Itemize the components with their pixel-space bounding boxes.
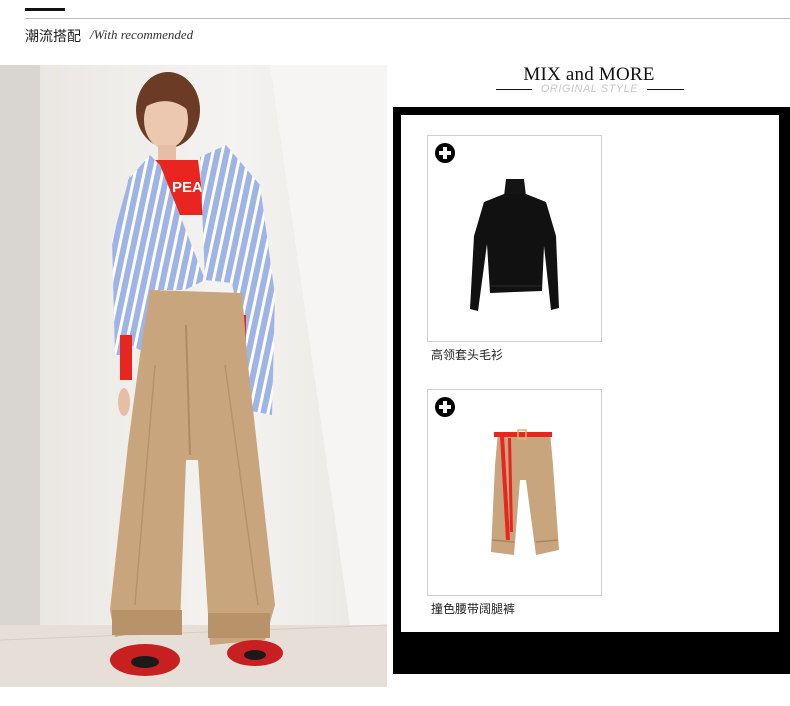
mix-subtitle: ORIGINAL STYLE [540, 83, 639, 95]
black-turtleneck-sweater-image [470, 179, 559, 311]
section-title: 潮流搭配 [25, 29, 81, 45]
product-card-sweater[interactable] [427, 135, 602, 342]
section-subtitle: /With recommended [90, 27, 194, 42]
product-panel-frame: 高领套头毛衫 撞色腰带阔腿裤 [393, 107, 790, 674]
top-divider [25, 18, 790, 19]
plus-circle-icon[interactable] [434, 396, 456, 418]
mix-title-rule-left [496, 89, 532, 90]
plus-circle-icon[interactable] [434, 142, 456, 164]
product-label-sweater[interactable]: 高领套头毛衫 [431, 346, 503, 363]
product-card-pants[interactable] [427, 389, 602, 596]
top-accent-bar [25, 8, 65, 11]
product-panel: 高领套头毛衫 撞色腰带阔腿裤 [401, 115, 779, 632]
mix-title-rule-right [647, 89, 684, 90]
model-photo: PEACE [0, 65, 387, 687]
wide-leg-pants-image [491, 429, 559, 555]
product-label-pants[interactable]: 撞色腰带阔腿裤 [431, 600, 515, 617]
